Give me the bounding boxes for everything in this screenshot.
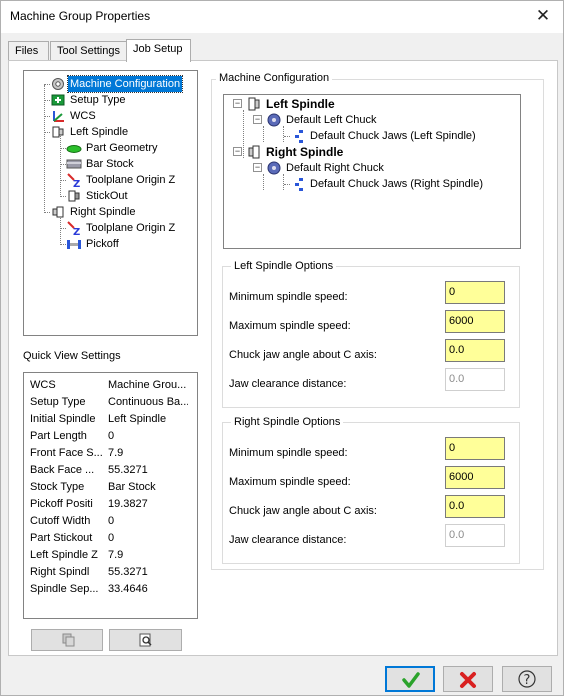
part-geometry-icon <box>66 145 82 153</box>
quick-view-title: Quick View Settings <box>23 350 121 362</box>
svg-text:Z: Z <box>73 227 80 236</box>
right-spindle-options: Right Spindle Options Minimum spindle sp… <box>222 416 520 564</box>
tree-item-default-left-chuck[interactable]: − Default Left Chuck <box>250 112 510 128</box>
collapse-toggle[interactable]: − <box>253 163 262 172</box>
right-min-speed-field[interactable]: 0 <box>445 437 505 460</box>
tree-item-setup-type[interactable]: Setup Type <box>34 92 194 108</box>
right-max-speed-field[interactable]: 6000 <box>445 466 505 489</box>
bar-stock-icon <box>66 159 82 169</box>
wcs-axes-icon <box>53 111 64 122</box>
copy-icon <box>62 633 75 647</box>
left-jaw-clearance-field: 0.0 <box>445 368 505 391</box>
spindle-icon <box>248 97 260 111</box>
spindle-icon <box>248 145 260 159</box>
tab-job-setup[interactable]: Job Setup <box>126 39 191 62</box>
quick-view-list[interactable]: WCS Machine Grou... Setup Type Continuous … <box>23 372 198 619</box>
machine-config-icon <box>52 78 64 90</box>
machine-configuration-title: Machine Configuration <box>216 72 333 84</box>
left-spindle-options-title: Left Spindle Options <box>231 260 337 272</box>
right-spindle-options-title: Right Spindle Options <box>231 416 344 428</box>
right-jaw-clearance-field: 0.0 <box>445 524 505 547</box>
help-button[interactable]: ? <box>502 666 552 692</box>
chuck-angle-label: Chuck jaw angle about C axis: <box>229 349 377 361</box>
chuck-icon <box>267 161 281 175</box>
magnifier-icon <box>139 633 152 647</box>
chuck-angle-label: Chuck jaw angle about C axis: <box>229 505 377 517</box>
tree-item-pickoff[interactable]: Pickoff <box>50 236 195 252</box>
min-speed-label: Minimum spindle speed: <box>229 447 348 459</box>
tree-item-left-spindle-node[interactable]: − Left Spindle <box>230 96 510 112</box>
ok-button[interactable] <box>385 666 435 692</box>
left-min-speed-field[interactable]: 0 <box>445 281 505 304</box>
setup-type-icon <box>51 94 65 106</box>
tab-tool-settings[interactable]: Tool Settings <box>50 41 127 61</box>
max-speed-label: Maximum spindle speed: <box>229 320 351 332</box>
max-speed-label: Maximum spindle speed: <box>229 476 351 488</box>
machine-config-tree[interactable]: − Left Spindle − Default Left Chuck Defa… <box>223 94 521 249</box>
job-setup-panel: Machine Configuration Setup Type WCS Lef… <box>8 60 558 656</box>
jaw-clearance-label: Jaw clearance distance: <box>229 534 347 546</box>
spindle-icon <box>52 126 64 138</box>
tree-item-default-right-chuck[interactable]: − Default Right Chuck <box>250 160 510 176</box>
left-max-speed-field[interactable]: 6000 <box>445 310 505 333</box>
tree-item-default-chuck-jaws-left[interactable]: Default Chuck Jaws (Left Spindle) <box>270 128 515 144</box>
svg-text:?: ? <box>524 673 531 688</box>
copy-settings-button[interactable] <box>31 629 103 651</box>
svg-text:Z: Z <box>73 179 80 188</box>
tree-item-toolplane-origin-z-right[interactable]: Z Toolplane Origin Z <box>50 220 195 236</box>
chuck-jaws-icon <box>295 130 303 143</box>
collapse-toggle[interactable]: − <box>253 115 262 124</box>
left-chuck-angle-field[interactable]: 0.0 <box>445 339 505 362</box>
jaw-clearance-label: Jaw clearance distance: <box>229 378 347 390</box>
tree-item-right-spindle-node[interactable]: − Right Spindle <box>230 144 510 160</box>
left-spindle-options: Left Spindle Options Minimum spindle spe… <box>222 260 520 408</box>
preview-button[interactable] <box>109 629 182 651</box>
toolplane-origin-icon: Z <box>67 173 80 188</box>
checkmark-icon <box>402 672 420 688</box>
tree-item-right-spindle[interactable]: Right Spindle <box>34 204 194 220</box>
red-x-icon <box>460 672 476 688</box>
stickout-icon <box>68 190 80 202</box>
collapse-toggle[interactable]: − <box>233 99 242 108</box>
job-setup-tree[interactable]: Machine Configuration Setup Type WCS Lef… <box>23 70 198 336</box>
tree-item-part-geometry[interactable]: Part Geometry <box>50 140 195 156</box>
pickoff-icon <box>67 240 81 249</box>
tree-item-machine-configuration[interactable]: Machine Configuration <box>34 75 194 93</box>
tree-item-bar-stock[interactable]: Bar Stock <box>50 156 195 172</box>
tree-item-toolplane-origin-z[interactable]: Z Toolplane Origin Z <box>50 172 195 188</box>
tab-files[interactable]: Files <box>8 41 49 61</box>
tree-item-stickout[interactable]: StickOut <box>50 188 195 204</box>
tree-item-wcs[interactable]: WCS <box>34 108 194 124</box>
help-question-icon: ? <box>518 670 536 688</box>
tree-item-left-spindle[interactable]: Left Spindle <box>34 124 194 140</box>
close-button[interactable]: ✕ <box>523 1 563 31</box>
dialog-window: Machine Group Properties ✕ Files Tool Se… <box>0 0 564 696</box>
machine-configuration-frame: Machine Configuration − Left Spindle − D… <box>211 72 544 570</box>
chuck-icon <box>267 113 281 127</box>
cancel-button[interactable] <box>443 666 493 692</box>
window-title: Machine Group Properties <box>10 9 151 23</box>
title-bar: Machine Group Properties ✕ <box>1 1 563 33</box>
tree-item-default-chuck-jaws-right[interactable]: Default Chuck Jaws (Right Spindle) <box>270 176 515 192</box>
chuck-jaws-icon <box>295 178 303 191</box>
collapse-toggle[interactable]: − <box>233 147 242 156</box>
toolplane-origin-icon: Z <box>67 221 80 236</box>
right-chuck-angle-field[interactable]: 0.0 <box>445 495 505 518</box>
min-speed-label: Minimum spindle speed: <box>229 291 348 303</box>
spindle-icon <box>52 206 64 218</box>
